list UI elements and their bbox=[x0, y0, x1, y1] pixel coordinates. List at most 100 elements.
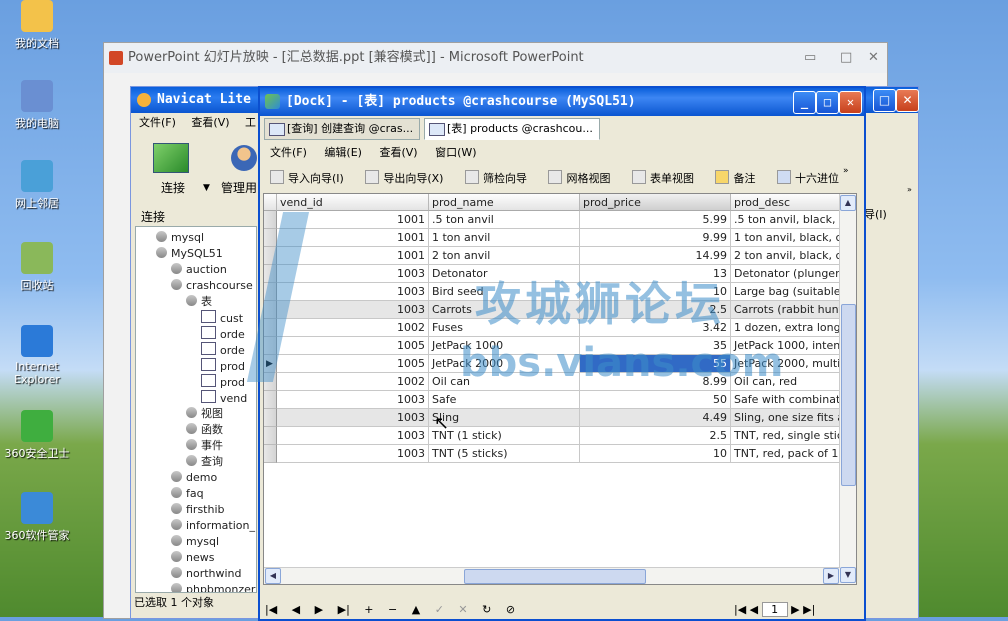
table-cell[interactable]: 2 ton anvil, black, com bbox=[731, 247, 840, 265]
table-cell[interactable]: 10 bbox=[580, 445, 731, 463]
menu-view[interactable]: 查看(V) bbox=[379, 146, 417, 159]
tree-item[interactable]: mysql bbox=[156, 230, 204, 245]
table-cell[interactable]: .5 ton anvil bbox=[429, 211, 580, 229]
table-cell[interactable]: Detonator (plunger po bbox=[731, 265, 840, 283]
apply-record-icon[interactable]: ✓ bbox=[435, 603, 444, 616]
close-icon[interactable]: ✕ bbox=[896, 89, 919, 112]
last-record-icon[interactable]: ▶| bbox=[338, 603, 350, 616]
next-page-icon[interactable]: ▶ bbox=[791, 603, 799, 616]
table-cell[interactable]: 1003 bbox=[277, 427, 429, 445]
tree-item[interactable]: orde bbox=[201, 326, 245, 341]
filter-wizard-button[interactable]: 筛检向导 bbox=[464, 170, 527, 185]
column-header-vend-id[interactable]: vend_id bbox=[277, 194, 429, 211]
table-cell[interactable]: Large bag (suitable fo bbox=[731, 283, 840, 301]
menu-window[interactable]: 窗口(W) bbox=[435, 146, 476, 159]
table-cell[interactable]: 1003 bbox=[277, 409, 429, 427]
tree-item[interactable]: news bbox=[171, 550, 214, 565]
desktop-icon[interactable]: 我的文档 bbox=[4, 0, 70, 51]
table-cell[interactable]: 1 ton anvil, black, com bbox=[731, 229, 840, 247]
tree-item[interactable]: northwind bbox=[171, 566, 242, 581]
vertical-scrollbar[interactable]: ▲ ▼ bbox=[839, 194, 856, 584]
minimize-icon[interactable]: _ bbox=[793, 91, 816, 114]
delete-record-icon[interactable]: − bbox=[388, 603, 397, 616]
prev-page-icon[interactable]: ◀ bbox=[750, 603, 758, 616]
menu-view[interactable]: 查看(V) bbox=[191, 116, 229, 129]
desktop-icon[interactable]: Internet Explorer bbox=[4, 325, 70, 386]
tree-item[interactable]: information_ bbox=[171, 518, 255, 533]
table-cell[interactable]: 4.49 bbox=[580, 409, 731, 427]
table-cell[interactable]: 5.99 bbox=[580, 211, 731, 229]
row-indicator[interactable] bbox=[264, 211, 277, 229]
tree-item[interactable]: demo bbox=[171, 470, 217, 485]
column-header-prod-name[interactable]: prod_name bbox=[429, 194, 580, 211]
user-icon[interactable] bbox=[231, 145, 257, 171]
table-cell[interactable]: 1 ton anvil bbox=[429, 229, 580, 247]
tree-item[interactable]: vend bbox=[201, 390, 247, 405]
tree-item[interactable]: prod bbox=[201, 358, 245, 373]
table-row[interactable]: 1003 TNT (1 stick) 2.5 TNT, red, single sti… bbox=[264, 427, 840, 445]
row-indicator[interactable] bbox=[264, 427, 277, 445]
edit-record-icon[interactable]: ▲ bbox=[412, 603, 420, 616]
scroll-right-icon[interactable]: ▶ bbox=[823, 568, 839, 584]
table-cell[interactable]: TNT (1 stick) bbox=[429, 427, 580, 445]
table-cell[interactable]: Sling bbox=[429, 409, 580, 427]
scroll-down-icon[interactable]: ▼ bbox=[840, 567, 856, 583]
refresh-icon[interactable]: ↻ bbox=[482, 603, 491, 616]
tree-item[interactable]: phpbmonzer bbox=[171, 582, 255, 592]
grid-view-button[interactable]: 网格视图 bbox=[548, 170, 610, 185]
tree-item[interactable]: 查询 bbox=[186, 454, 223, 469]
import-label[interactable]: 导(I) bbox=[864, 206, 887, 222]
hex-button[interactable]: 十六进位 bbox=[776, 170, 839, 185]
vertical-scroll-thumb[interactable] bbox=[841, 304, 856, 486]
table-cell[interactable]: 1 dozen, extra long bbox=[731, 319, 840, 337]
table-cell[interactable]: 2.5 bbox=[580, 427, 731, 445]
tree-item[interactable]: mysql bbox=[171, 534, 219, 549]
table-cell[interactable]: Carrots (rabbit hunting bbox=[731, 301, 840, 319]
table-row[interactable]: 1003 Sling 4.49 Sling, one size fits all bbox=[264, 409, 840, 427]
desktop-icon[interactable]: 360软件管家 bbox=[4, 492, 70, 543]
tree-item[interactable]: MySQL51 bbox=[156, 246, 223, 261]
form-view-button[interactable]: 表单视图 bbox=[631, 170, 694, 185]
table-cell[interactable]: TNT (5 sticks) bbox=[429, 445, 580, 463]
first-page-icon[interactable]: |◀ bbox=[734, 603, 746, 616]
table-cell[interactable]: Safe bbox=[429, 391, 580, 409]
close-icon[interactable]: ✕ bbox=[868, 43, 879, 73]
close-icon[interactable]: ✕ bbox=[839, 91, 862, 114]
table-cell[interactable]: .5 ton anvil, black, com bbox=[731, 211, 840, 229]
tab-products[interactable]: [表] products @crashcou... bbox=[424, 118, 600, 140]
minimize-icon[interactable]: ▭ bbox=[804, 43, 816, 73]
connection-tree[interactable]: mysql MySQL51 auction crashcourse 表 cust orde o… bbox=[135, 226, 257, 593]
tree-item[interactable]: auction bbox=[171, 262, 227, 277]
tree-item[interactable]: 事件 bbox=[186, 438, 223, 453]
tree-item[interactable]: 视图 bbox=[186, 406, 223, 421]
maximize-icon[interactable]: □ bbox=[840, 43, 852, 73]
column-header-prod-price[interactable]: prod_price bbox=[580, 194, 731, 211]
table-cell[interactable]: 50 bbox=[580, 391, 731, 409]
import-wizard-button[interactable]: 导入向导(I) bbox=[270, 170, 344, 185]
connect-button[interactable]: 连接 bbox=[161, 179, 185, 196]
export-wizard-button[interactable]: 导出向导(X) bbox=[365, 170, 443, 185]
tree-item[interactable]: firsthib bbox=[171, 502, 225, 517]
maximize-icon[interactable]: □ bbox=[873, 89, 896, 112]
desktop-icon[interactable]: 360安全卫士 bbox=[4, 410, 70, 461]
tree-item[interactable]: crashcourse bbox=[171, 278, 253, 293]
tab-query[interactable]: [查询] 创建查询 @cras... bbox=[264, 118, 421, 140]
tree-item[interactable]: cust bbox=[201, 310, 243, 325]
manage-users-button[interactable]: 管理用 bbox=[221, 179, 257, 196]
connect-dropdown-icon[interactable]: ▼ bbox=[203, 183, 210, 193]
tree-item[interactable]: prod bbox=[201, 374, 245, 389]
next-record-icon[interactable]: ▶ bbox=[315, 603, 323, 616]
row-indicator[interactable] bbox=[264, 409, 277, 427]
toolbar-overflow-icon[interactable]: » bbox=[843, 166, 849, 176]
chevron-right-icon[interactable]: » bbox=[907, 185, 912, 194]
table-cell[interactable]: Safe with combination bbox=[731, 391, 840, 409]
menu-tools[interactable]: 工 bbox=[245, 116, 256, 129]
table-cell[interactable]: 9.99 bbox=[580, 229, 731, 247]
desktop-icon[interactable]: 我的电脑 bbox=[4, 80, 70, 131]
table-cell[interactable]: 1003 bbox=[277, 391, 429, 409]
desktop-icon[interactable]: 回收站 bbox=[4, 242, 70, 293]
scroll-left-icon[interactable]: ◀ bbox=[265, 568, 281, 584]
column-header-prod-desc[interactable]: prod_desc bbox=[731, 194, 840, 211]
tree-item[interactable]: 表 bbox=[186, 294, 212, 309]
first-record-icon[interactable]: |◀ bbox=[265, 603, 277, 616]
